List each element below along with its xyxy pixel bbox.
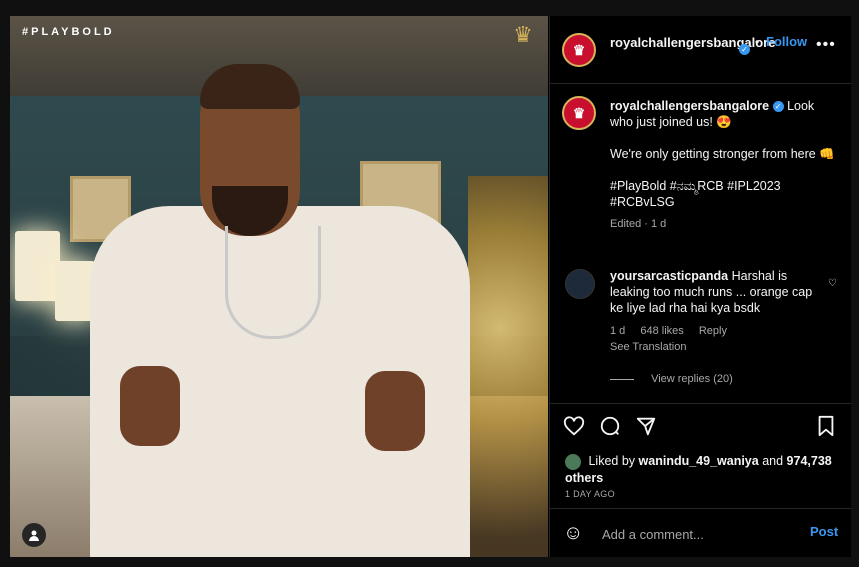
comment-meta: 1 d 648 likes Reply	[610, 325, 739, 337]
photo-hand-left	[120, 366, 180, 446]
photo-chandelier	[468, 176, 548, 557]
liked-by-prefix: Liked by	[588, 454, 636, 468]
bookmark-icon[interactable]	[814, 415, 838, 439]
comment-likes[interactable]: 648 likes	[640, 325, 683, 337]
comment-input[interactable]	[600, 524, 794, 544]
photo-chain	[225, 226, 321, 339]
post-modal: #PLAYBOLD ♛ ♛ royalchallengersbangalore …	[10, 16, 851, 557]
photo-hand-right	[365, 371, 425, 451]
follow-button[interactable]: Follow	[766, 34, 807, 49]
rcb-crest-icon: ♛	[572, 104, 586, 121]
caption-meta: Edited · 1 d	[610, 218, 667, 230]
avatar[interactable]	[565, 453, 581, 470]
comment: yoursarcasticpanda Harshal is leaking to…	[610, 268, 815, 316]
post-side-panel: ♛ royalchallengersbangalore ✓ • Follow •…	[549, 16, 851, 557]
post-actions: Liked by wanindu_49_waniya and 974,738 o…	[550, 403, 851, 524]
view-replies[interactable]: View replies (20)	[610, 373, 733, 385]
reply-button[interactable]: Reply	[699, 325, 727, 337]
see-translation-link[interactable]: See Translation	[610, 341, 686, 353]
like-comment-heart-icon[interactable]: ♡	[828, 278, 837, 289]
add-comment-bar: ☺ Post	[550, 508, 851, 558]
caption-text: royalchallengersbangalore ✓ Look who jus…	[610, 98, 835, 232]
caption-hashtags[interactable]: #PlayBold #ನಮ್ಮRCB #IPL2023 #RCBvLSG	[610, 178, 835, 210]
replies-divider	[610, 378, 634, 380]
view-replies-label[interactable]: View replies (20)	[651, 373, 733, 385]
photo-lamp	[15, 231, 60, 301]
emoji-icon[interactable]: ☺	[563, 522, 583, 545]
liked-by-user[interactable]: wanindu_49_waniya	[639, 454, 759, 468]
post-header: ♛ royalchallengersbangalore ✓ • Follow •…	[550, 16, 851, 84]
like-heart-icon[interactable]	[562, 415, 586, 439]
share-send-icon[interactable]	[634, 415, 658, 439]
post-comment-button[interactable]: Post	[810, 524, 838, 539]
liked-by: Liked by wanindu_49_waniya and 974,738 o…	[565, 453, 835, 486]
photo-hair	[200, 64, 300, 109]
header-separator: •	[755, 35, 760, 49]
photo-person	[80, 46, 480, 557]
verified-badge-icon: ✓	[772, 101, 784, 113]
caption-line2: We're only getting stronger from here 👊	[610, 147, 835, 161]
liked-by-and: and	[762, 454, 784, 468]
rcb-crest-icon: ♛	[572, 41, 586, 58]
post-timestamp[interactable]: 1 DAY AGO	[565, 489, 615, 499]
avatar[interactable]: ♛	[562, 33, 596, 67]
avatar[interactable]	[565, 269, 595, 299]
more-options-icon[interactable]: •••	[816, 36, 836, 54]
avatar[interactable]: ♛	[562, 96, 596, 130]
person-icon[interactable]	[22, 523, 46, 547]
caption-username[interactable]: royalchallengersbangalore	[610, 99, 769, 113]
comment-bubble-icon[interactable]	[598, 415, 622, 439]
rcb-crest-icon: ♛	[513, 22, 533, 47]
photo-hashtag: #PLAYBOLD	[22, 26, 115, 38]
comment-age: 1 d	[610, 325, 626, 337]
verified-badge-icon: ✓	[739, 44, 750, 55]
comment-username[interactable]: yoursarcasticpanda	[610, 269, 728, 283]
post-photo[interactable]: #PLAYBOLD ♛	[10, 16, 548, 557]
header-username[interactable]: royalchallengersbangalore	[610, 35, 775, 51]
